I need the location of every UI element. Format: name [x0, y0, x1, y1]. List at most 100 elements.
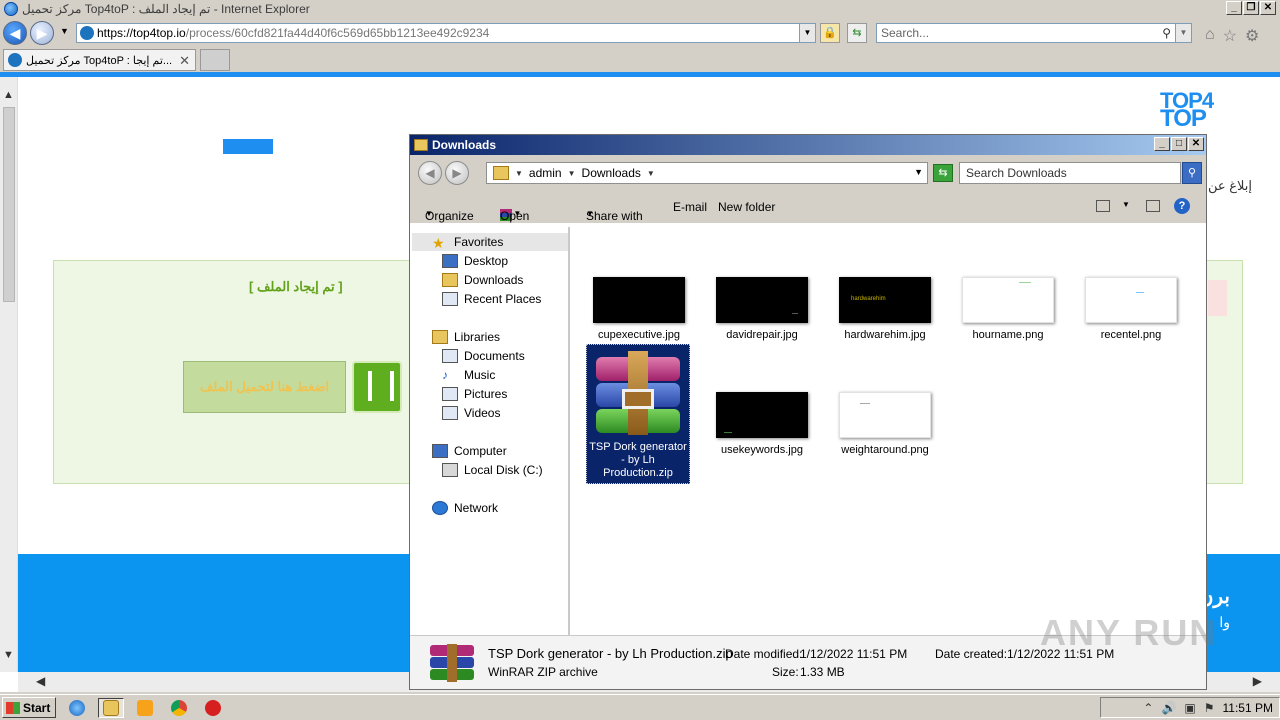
browser-search-input[interactable]: Search... ⚲ ▼	[876, 23, 1192, 43]
scrollbar-thumb[interactable]	[3, 107, 15, 302]
flag-icon[interactable]: ⚑	[1204, 701, 1215, 715]
new-folder-button[interactable]: New folder	[718, 200, 775, 214]
breadcrumb[interactable]: ▼ admin ▼ Downloads ▼ ▼	[486, 162, 928, 184]
new-tab-button[interactable]	[200, 49, 230, 71]
file-name: recentel.png	[1100, 329, 1162, 341]
tab-close-icon[interactable]: ✕	[179, 53, 190, 69]
file-item[interactable]: hardwarehim hardwarehim.jpg	[833, 277, 937, 342]
clock[interactable]: 11:51 PM	[1223, 701, 1273, 715]
nav-local-disk[interactable]: Local Disk (C:)	[442, 463, 543, 477]
search-icon[interactable]: ⚲	[1162, 24, 1171, 42]
nav-label: Network	[454, 501, 499, 515]
download-button[interactable]: اضغط هنا لتحميل الملف	[183, 361, 346, 413]
download-icon[interactable]	[352, 361, 402, 413]
explorer-refresh-icon[interactable]: ⇆	[933, 164, 953, 182]
explorer-title-bar[interactable]: Downloads _ □ ✕	[410, 135, 1206, 155]
scroll-left-icon[interactable]: ◀	[36, 674, 45, 688]
restore-button[interactable]: ❐	[1243, 1, 1259, 15]
minimize-button[interactable]: _	[1226, 1, 1242, 15]
file-item-selected[interactable]: TSP Dork generator - by Lh Production.zi…	[586, 344, 690, 484]
explorer-maximize-button[interactable]: □	[1171, 137, 1187, 151]
footer-text-2: وا	[1219, 614, 1230, 630]
nav-label: Libraries	[454, 330, 501, 344]
window-controls: _ ❐ ✕	[1226, 1, 1276, 15]
volume-icon[interactable]: 🔊	[1161, 701, 1176, 715]
email-button[interactable]: E-mail	[673, 200, 707, 214]
breadcrumb-chevron-icon[interactable]: ▼	[647, 169, 655, 178]
explorer-close-button[interactable]: ✕	[1188, 137, 1204, 151]
caret-down-icon[interactable]: ▼	[513, 209, 521, 218]
image-thumbnail	[839, 392, 931, 438]
downloads-folder-icon	[493, 166, 509, 180]
file-item[interactable]: recentel.png	[1079, 277, 1183, 342]
command-bar: Organize ▼ Open ▼ Share with ▼ E-mail Ne…	[410, 191, 1206, 223]
home-icon[interactable]: ⌂	[1205, 26, 1215, 46]
preview-pane-icon[interactable]	[1146, 200, 1160, 212]
open-button[interactable]: Open ▼	[500, 200, 529, 223]
scroll-down-icon[interactable]: ▼	[3, 649, 14, 661]
tab-favicon-icon	[8, 53, 22, 67]
url-host: https://top4top.io	[97, 26, 186, 40]
nav-videos[interactable]: Videos	[442, 406, 500, 420]
explorer-search-input[interactable]: Search Downloads	[959, 162, 1181, 184]
lock-icon[interactable]: 🔒	[820, 23, 840, 43]
start-button[interactable]: Start	[2, 697, 56, 718]
recent-pages-dropdown[interactable]: ▼	[60, 26, 69, 36]
scroll-right-icon[interactable]: ▶	[1253, 674, 1262, 688]
nav-desktop[interactable]: Desktop	[442, 254, 508, 268]
taskbar-ie-button[interactable]	[64, 698, 90, 718]
back-button[interactable]: ◀	[3, 21, 27, 45]
nav-downloads[interactable]: Downloads	[442, 273, 523, 287]
view-options-dropdown-icon[interactable]: ▼	[1122, 200, 1130, 209]
file-item[interactable]: weightaround.png	[833, 392, 937, 457]
breadcrumb-admin[interactable]: admin	[529, 166, 562, 180]
nav-label: Videos	[464, 406, 501, 420]
file-item[interactable]: usekeywords.jpg	[710, 392, 814, 457]
close-button[interactable]: ✕	[1260, 1, 1276, 15]
explorer-forward-button[interactable]: ▶	[445, 161, 469, 185]
favorites-star-icon[interactable]: ☆	[1223, 26, 1237, 46]
file-name: cupexecutive.jpg	[598, 329, 680, 341]
report-link[interactable]: إبلاغ عن	[1208, 178, 1252, 194]
breadcrumb-chevron-icon[interactable]: ▼	[568, 169, 576, 178]
nav-documents[interactable]: Documents	[442, 349, 525, 363]
anyrun-watermark: ANY RUN	[1040, 612, 1218, 653]
scroll-up-icon[interactable]: ▲	[3, 89, 14, 101]
nav-favorites[interactable]: ★ Favorites	[432, 235, 503, 251]
nav-libraries[interactable]: Libraries	[432, 330, 500, 344]
file-name: TSP Dork generator - by Lh Production.zi…	[589, 441, 687, 479]
desktop-icon	[442, 254, 458, 268]
change-view-icon[interactable]	[1096, 200, 1110, 212]
gear-icon[interactable]: ⚙	[1245, 26, 1259, 46]
explorer-back-button[interactable]: ◀	[418, 161, 442, 185]
nav-computer[interactable]: Computer	[432, 444, 507, 458]
explorer-search-icon[interactable]: ⚲	[1182, 162, 1202, 184]
address-dropdown-icon[interactable]: ▼	[799, 24, 815, 42]
tab-active[interactable]: مركز تحميل Top4toP : تم إيجا... ✕	[3, 49, 196, 71]
top4top-logo[interactable]: TOP4 TOP	[1160, 90, 1214, 131]
refresh-icon[interactable]: ⇆	[847, 23, 867, 43]
nav-network[interactable]: Network	[432, 501, 498, 515]
file-item[interactable]: cupexecutive.jpg	[587, 277, 691, 342]
search-dropdown-icon[interactable]: ▼	[1175, 24, 1191, 42]
address-history-dropdown-icon[interactable]: ▼	[914, 167, 923, 177]
nav-pictures[interactable]: Pictures	[442, 387, 507, 401]
nav-recent-places[interactable]: Recent Places	[442, 292, 541, 306]
address-bar[interactable]: https://top4top.io/process/60cfd821fa44d…	[76, 23, 816, 43]
taskbar-media-player-button[interactable]	[132, 698, 158, 718]
explorer-minimize-button[interactable]: _	[1154, 137, 1170, 151]
network-icon[interactable]: ▣	[1184, 701, 1195, 715]
tray-expand-icon[interactable]: ⌃	[1143, 701, 1153, 715]
file-item[interactable]: davidrepair.jpg	[710, 277, 814, 342]
taskbar-stop-button[interactable]	[200, 698, 226, 718]
taskbar-chrome-button[interactable]	[166, 698, 192, 718]
help-icon[interactable]: ?	[1174, 198, 1190, 214]
file-item[interactable]: hourname.png	[956, 277, 1060, 342]
breadcrumb-downloads[interactable]: Downloads	[582, 166, 641, 180]
nav-music[interactable]: ♪ Music	[442, 368, 495, 382]
forward-button[interactable]: ▶	[30, 21, 54, 45]
breadcrumb-chevron-icon[interactable]: ▼	[515, 169, 523, 178]
taskbar-explorer-button[interactable]	[98, 698, 124, 718]
image-thumbnail	[1085, 277, 1177, 323]
vertical-scrollbar[interactable]: ▲ ▼	[0, 77, 18, 672]
